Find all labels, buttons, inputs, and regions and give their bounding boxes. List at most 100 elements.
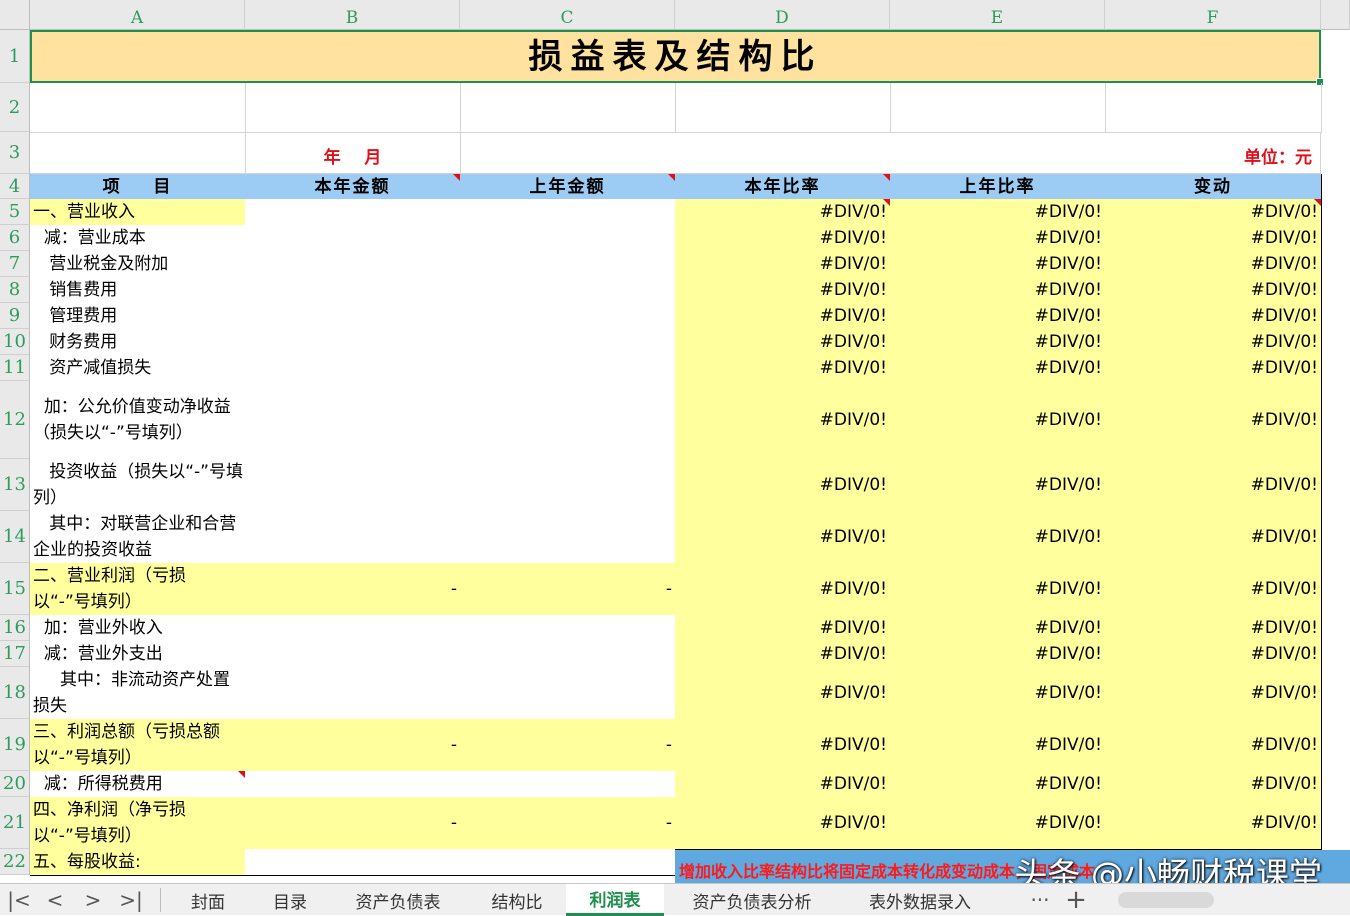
row-header-15[interactable]: 15	[0, 563, 30, 615]
item-cell[interactable]: 三、利润总额（亏损总额以“-”号填列）	[30, 719, 246, 772]
prev-sheet-icon[interactable]: <	[36, 884, 74, 916]
value-cell-c[interactable]	[460, 459, 676, 512]
value-cell-f[interactable]: #DIV/0!	[1105, 225, 1322, 252]
value-cell-d[interactable]: #DIV/0!	[675, 511, 891, 564]
value-cell-c[interactable]	[460, 615, 676, 642]
value-cell-e[interactable]: #DIV/0!	[890, 329, 1106, 356]
value-cell-b[interactable]	[245, 641, 461, 668]
empty-cell[interactable]	[1105, 83, 1322, 133]
row-header-6[interactable]: 6	[0, 225, 30, 251]
sheet-tab-6[interactable]: 表外数据录入	[840, 884, 1000, 916]
empty-cell[interactable]	[245, 83, 461, 133]
value-cell-d[interactable]: #DIV/0!	[675, 251, 891, 278]
value-cell-b[interactable]: -	[245, 797, 461, 850]
value-cell-b[interactable]	[245, 303, 461, 330]
row-header-4[interactable]: 4	[0, 174, 30, 199]
value-cell-e[interactable]: #DIV/0!	[890, 251, 1106, 278]
value-cell-d[interactable]: #DIV/0!	[675, 277, 891, 304]
value-cell-c[interactable]: -	[460, 563, 676, 616]
value-cell-f[interactable]: #DIV/0!	[1105, 641, 1322, 668]
value-cell-d[interactable]: #DIV/0!	[675, 563, 891, 616]
value-cell-b[interactable]	[245, 381, 461, 460]
value-cell-f[interactable]: #DIV/0!	[1105, 511, 1322, 564]
row-header-17[interactable]: 17	[0, 641, 30, 667]
value-cell-f[interactable]: #DIV/0!	[1105, 459, 1322, 512]
value-cell-f[interactable]: #DIV/0!	[1105, 563, 1322, 616]
value-cell-f[interactable]: #DIV/0!	[1105, 615, 1322, 642]
value-cell-b[interactable]	[245, 251, 461, 278]
sheet-tab-2[interactable]: 资产负债表	[328, 884, 468, 916]
value-cell-c[interactable]	[460, 199, 676, 226]
cell-A3[interactable]	[30, 132, 246, 174]
last-sheet-icon[interactable]: >|	[112, 884, 150, 916]
period-cell[interactable]: 年 月	[245, 132, 461, 174]
item-cell[interactable]: 减：营业外支出	[30, 641, 246, 668]
header-cell-b[interactable]: 本年金额	[245, 174, 461, 200]
column-header-a[interactable]: A	[30, 0, 245, 30]
value-cell-c[interactable]	[460, 329, 676, 356]
value-cell-f[interactable]: #DIV/0!	[1105, 771, 1322, 798]
value-cell-d[interactable]: #DIV/0!	[675, 329, 891, 356]
empty-cell[interactable]	[675, 83, 891, 133]
header-cell-f[interactable]: 变动	[1105, 174, 1322, 200]
value-cell-b[interactable]	[245, 849, 461, 876]
value-cell-c[interactable]	[460, 511, 676, 564]
value-cell-f[interactable]: #DIV/0!	[1105, 199, 1322, 226]
value-cell-e[interactable]: #DIV/0!	[890, 459, 1106, 512]
value-cell-f[interactable]: #DIV/0!	[1105, 797, 1322, 850]
row-header-18[interactable]: 18	[0, 667, 30, 719]
value-cell-b[interactable]	[245, 615, 461, 642]
value-cell-b[interactable]	[245, 355, 461, 382]
sheet-tab-5[interactable]: 资产负债表分析	[664, 884, 840, 916]
value-cell-b[interactable]	[245, 277, 461, 304]
header-cell-e[interactable]: 上年比率	[890, 174, 1106, 200]
value-cell-b[interactable]	[245, 771, 461, 798]
item-cell[interactable]: 加：营业外收入	[30, 615, 246, 642]
value-cell-d[interactable]: #DIV/0!	[675, 615, 891, 642]
value-cell-d[interactable]: #DIV/0!	[675, 355, 891, 382]
value-cell-b[interactable]	[245, 511, 461, 564]
horizontal-scrollbar[interactable]	[1118, 892, 1214, 908]
add-sheet-icon[interactable]: +	[1058, 884, 1094, 916]
value-cell-b[interactable]	[245, 329, 461, 356]
value-cell-e[interactable]: #DIV/0!	[890, 771, 1106, 798]
value-cell-e[interactable]: #DIV/0!	[890, 563, 1106, 616]
value-cell-c[interactable]	[460, 641, 676, 668]
column-header-f[interactable]: F	[1105, 0, 1321, 30]
value-cell-c[interactable]	[460, 771, 676, 798]
header-cell-c[interactable]: 上年金额	[460, 174, 676, 200]
value-cell-f[interactable]: #DIV/0!	[1105, 381, 1322, 460]
value-cell-f[interactable]: #DIV/0!	[1105, 329, 1322, 356]
item-cell[interactable]: 财务费用	[30, 329, 246, 356]
row-header-2[interactable]: 2	[0, 83, 30, 132]
value-cell-b[interactable]: -	[245, 719, 461, 772]
sheet-tab-3[interactable]: 结构比	[468, 884, 566, 916]
value-cell-f[interactable]: #DIV/0!	[1105, 277, 1322, 304]
sheet-tab-0[interactable]: 封面	[164, 884, 252, 916]
value-cell-c[interactable]	[460, 277, 676, 304]
item-cell[interactable]: 五、每股收益:	[30, 849, 246, 876]
empty-cell[interactable]	[890, 83, 1106, 133]
value-cell-b[interactable]	[245, 459, 461, 512]
value-cell-f[interactable]: #DIV/0!	[1105, 355, 1322, 382]
value-cell-f[interactable]: #DIV/0!	[1105, 251, 1322, 278]
column-header-c[interactable]: C	[460, 0, 675, 30]
row-header-22[interactable]: 22	[0, 849, 30, 875]
row-header-19[interactable]: 19	[0, 719, 30, 771]
column-header-b[interactable]: B	[245, 0, 460, 30]
value-cell-b[interactable]	[245, 199, 461, 226]
unit-cell[interactable]: 单位：元	[460, 132, 1321, 174]
value-cell-c[interactable]: -	[460, 797, 676, 850]
column-header-d[interactable]: D	[675, 0, 890, 30]
item-cell[interactable]: 减：所得税费用	[30, 771, 246, 798]
value-cell-d[interactable]: #DIV/0!	[675, 797, 891, 850]
value-cell-c[interactable]	[460, 251, 676, 278]
value-cell-c[interactable]	[460, 355, 676, 382]
row-header-3[interactable]: 3	[0, 132, 30, 174]
row-header-21[interactable]: 21	[0, 797, 30, 849]
value-cell-f[interactable]: #DIV/0!	[1105, 667, 1322, 720]
value-cell-d[interactable]: #DIV/0!	[675, 199, 891, 226]
item-cell[interactable]: 减：营业成本	[30, 225, 246, 252]
row-header-5[interactable]: 5	[0, 199, 30, 225]
value-cell-e[interactable]: #DIV/0!	[890, 277, 1106, 304]
